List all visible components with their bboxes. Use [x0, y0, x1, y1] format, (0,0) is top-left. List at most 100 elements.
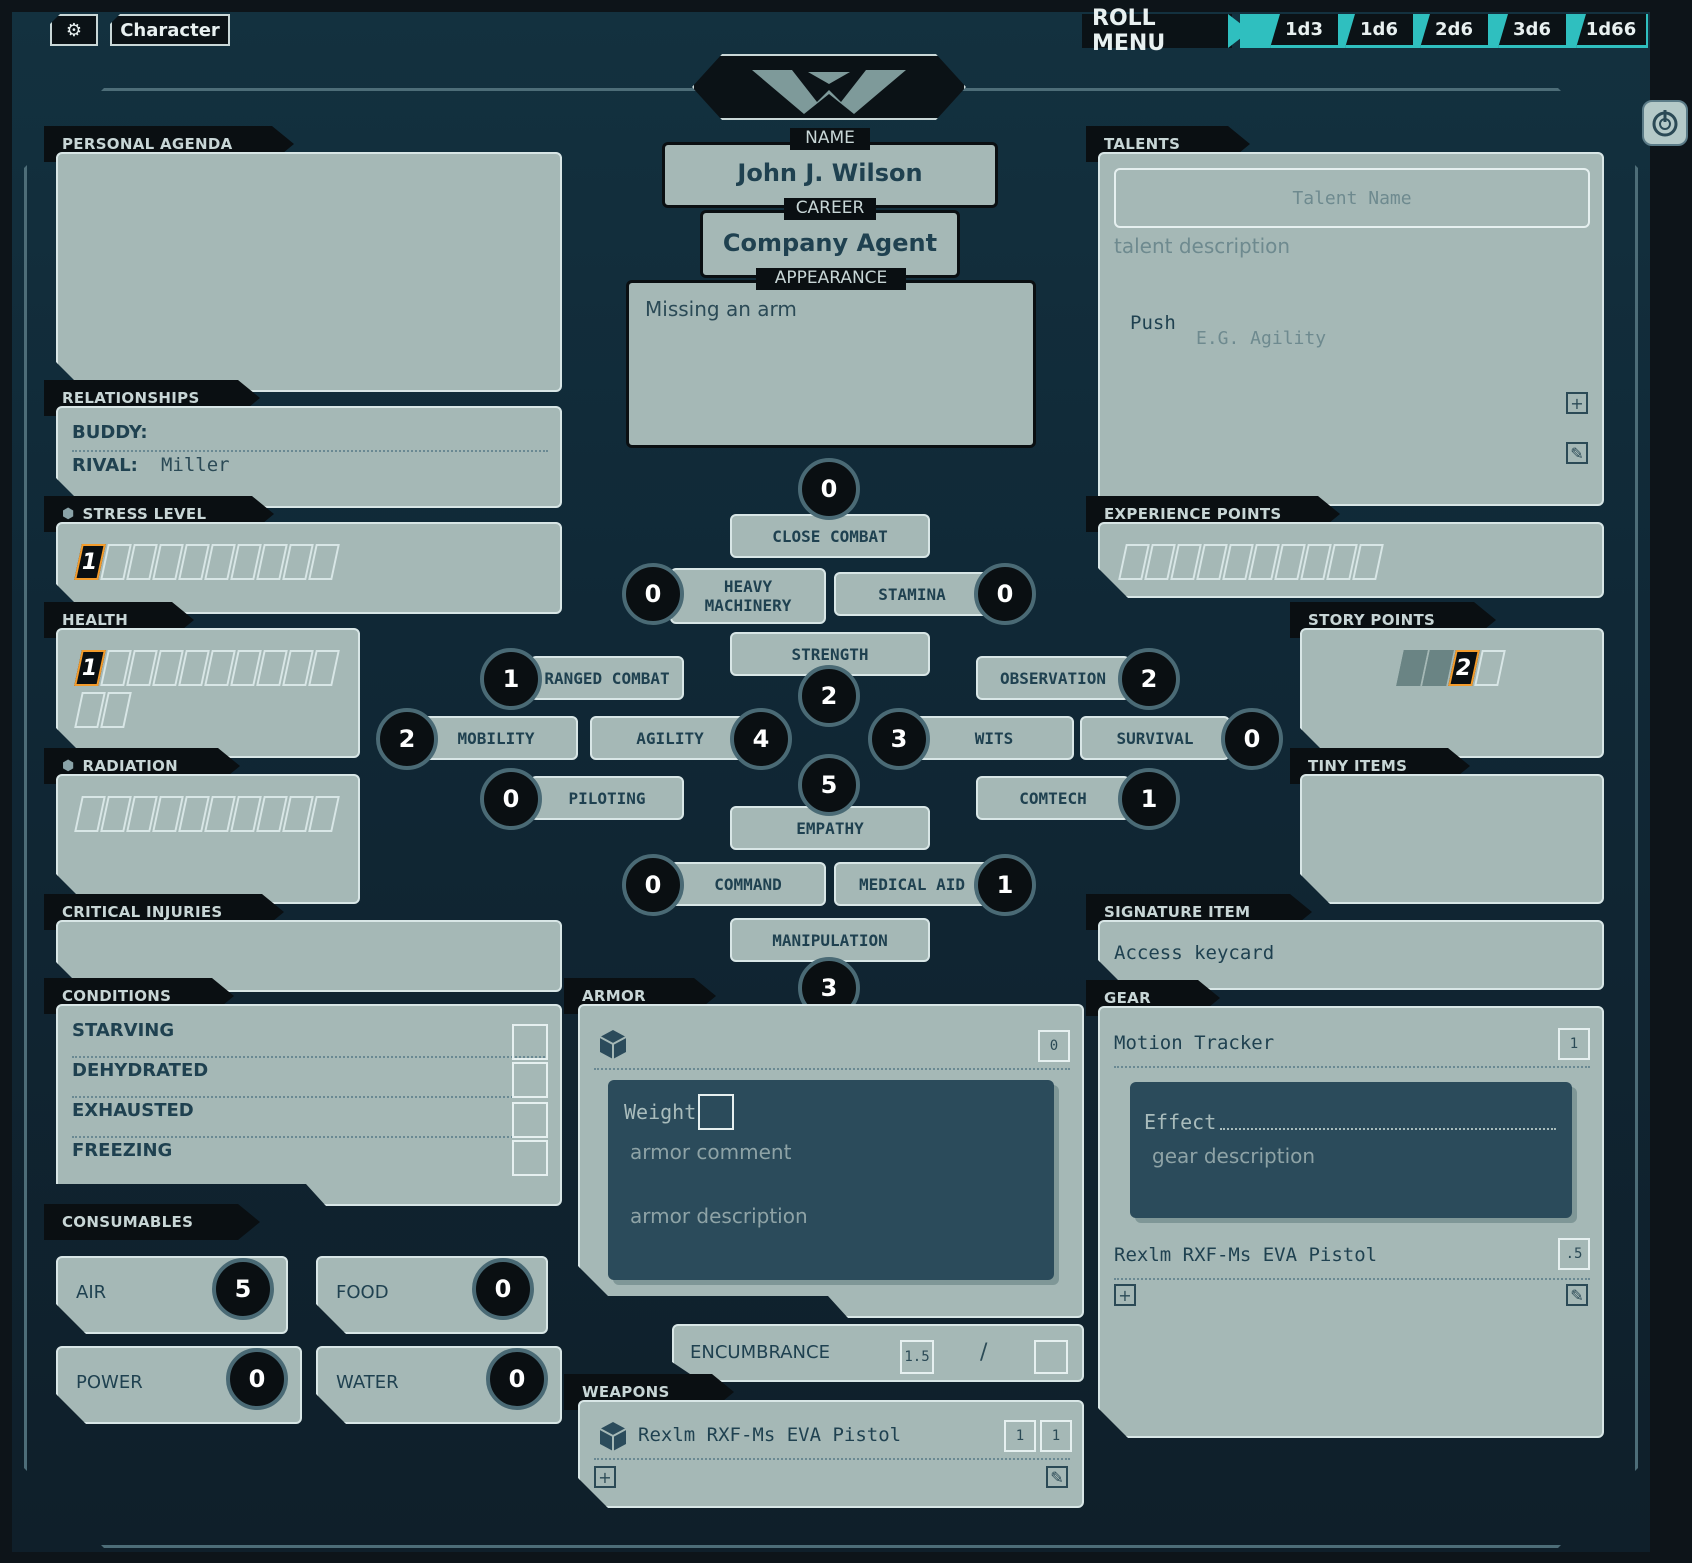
- skill-comtech-value[interactable]: 1: [1118, 768, 1180, 830]
- skill-close-combat[interactable]: CLOSE COMBAT: [730, 514, 930, 558]
- skill-observation-value[interactable]: 2: [1118, 648, 1180, 710]
- skill-command[interactable]: COMMAND: [670, 862, 826, 906]
- edit-weapon-button[interactable]: ✎: [1046, 1466, 1068, 1488]
- attribute-agility[interactable]: AGILITY: [590, 716, 750, 760]
- story-points-track[interactable]: 2: [1400, 650, 1504, 686]
- armor-row[interactable]: 0: [594, 1024, 1070, 1070]
- radiation-box[interactable]: [308, 796, 340, 832]
- skill-stamina[interactable]: STAMINA: [834, 572, 990, 616]
- skill-medical-aid[interactable]: MEDICAL AID: [834, 862, 990, 906]
- skill-observation[interactable]: OBSERVATION: [976, 656, 1130, 700]
- logo-plate: [692, 54, 966, 120]
- roll-1d66-button[interactable]: 1d66: [1576, 14, 1646, 48]
- settings-button[interactable]: ⚙: [50, 14, 98, 46]
- consumable-water-value[interactable]: 0: [486, 1348, 548, 1410]
- signature-item-input[interactable]: Access keycard: [1114, 942, 1274, 964]
- skill-command-value[interactable]: 0: [622, 854, 684, 916]
- skill-ranged-combat-value[interactable]: 1: [480, 648, 542, 710]
- power-button[interactable]: [1642, 100, 1688, 146]
- condition-row[interactable]: FREEZING: [72, 1140, 548, 1178]
- gear-row[interactable]: Rexlm RXF-Ms EVA Pistol .5: [1114, 1234, 1590, 1280]
- tab-character[interactable]: Character: [110, 14, 230, 46]
- talent-push-label: Push: [1130, 312, 1176, 334]
- plus-icon: +: [1118, 1285, 1132, 1305]
- tiny-items-field[interactable]: [1300, 774, 1604, 904]
- health-track[interactable]: 1: [78, 650, 338, 728]
- condition-row[interactable]: EXHAUSTED: [72, 1100, 548, 1138]
- attribute-wits-value[interactable]: 3: [868, 708, 930, 770]
- roll-1d3-button[interactable]: 1d3: [1270, 14, 1338, 48]
- condition-checkbox[interactable]: [512, 1024, 548, 1060]
- health-box[interactable]: [308, 650, 340, 686]
- skill-piloting-value[interactable]: 0: [480, 768, 542, 830]
- skill-medical-aid-value[interactable]: 1: [974, 854, 1036, 916]
- gear-effect-input[interactable]: [1220, 1128, 1556, 1130]
- buddy-row[interactable]: BUDDY:: [72, 422, 548, 452]
- consumable-air-value[interactable]: 5: [212, 1258, 274, 1320]
- skill-heavy-machinery-value[interactable]: 0: [622, 563, 684, 625]
- skill-piloting[interactable]: PILOTING: [530, 776, 684, 820]
- gear-weight[interactable]: .5: [1558, 1238, 1590, 1270]
- condition-label: EXHAUSTED: [72, 1100, 194, 1121]
- cube-icon: [598, 1420, 628, 1452]
- gear-weight[interactable]: 1: [1558, 1028, 1590, 1060]
- gear-description-input[interactable]: gear description: [1152, 1144, 1315, 1168]
- skill-mobility[interactable]: MOBILITY: [414, 716, 578, 760]
- attribute-strength-value[interactable]: 2: [798, 665, 860, 727]
- consumable-power-value[interactable]: 0: [226, 1348, 288, 1410]
- armor-rating[interactable]: 0: [1038, 1030, 1070, 1062]
- experience-track[interactable]: [1122, 544, 1382, 580]
- attribute-manipulation[interactable]: MANIPULATION: [730, 918, 930, 962]
- edit-gear-button[interactable]: ✎: [1566, 1284, 1588, 1306]
- talent-push-input[interactable]: E.G. Agility: [1196, 328, 1326, 349]
- roll-1d6-button[interactable]: 1d6: [1345, 14, 1413, 48]
- weapon-stat-b[interactable]: 1: [1040, 1420, 1072, 1452]
- skill-heavy-machinery[interactable]: HEAVY MACHINERY: [670, 568, 826, 624]
- appearance-field[interactable]: Missing an arm: [626, 280, 1036, 448]
- armor-weight-input[interactable]: [698, 1094, 734, 1130]
- skill-comtech[interactable]: COMTECH: [976, 776, 1130, 820]
- talents-panel: Talent Name talent description Push E.G.…: [1098, 152, 1604, 506]
- story-point-box[interactable]: [1474, 650, 1506, 686]
- condition-checkbox[interactable]: [512, 1062, 548, 1098]
- radiation-track[interactable]: [78, 796, 338, 832]
- skill-ranged-combat[interactable]: RANGED COMBAT: [530, 656, 684, 700]
- stress-track[interactable]: 1: [78, 544, 338, 580]
- encumbrance-max-input[interactable]: [1034, 1340, 1068, 1374]
- health-box[interactable]: [100, 692, 132, 728]
- condition-checkbox[interactable]: [512, 1102, 548, 1138]
- skill-close-combat-value[interactable]: 0: [798, 458, 860, 520]
- personal-agenda-field[interactable]: [56, 152, 562, 392]
- consumable-food-value[interactable]: 0: [472, 1258, 534, 1320]
- cube-icon: ⬢: [62, 506, 75, 522]
- weapon-row[interactable]: Rexlm RXF-Ms EVA Pistol 1 1: [594, 1418, 1070, 1460]
- condition-row[interactable]: DEHYDRATED: [72, 1060, 548, 1098]
- xp-box[interactable]: [1352, 544, 1384, 580]
- armor-description-input[interactable]: armor description: [630, 1204, 808, 1228]
- roll-3d6-button[interactable]: 3d6: [1498, 14, 1566, 48]
- attribute-wits[interactable]: WITS: [914, 716, 1074, 760]
- weapon-stat-a[interactable]: 1: [1004, 1420, 1036, 1452]
- rival-row[interactable]: RIVAL: Miller: [72, 454, 548, 484]
- skill-mobility-value[interactable]: 2: [376, 708, 438, 770]
- add-weapon-button[interactable]: +: [594, 1466, 616, 1488]
- add-talent-button[interactable]: +: [1566, 392, 1588, 414]
- condition-row[interactable]: STARVING: [72, 1020, 548, 1060]
- attribute-agility-value[interactable]: 4: [730, 708, 792, 770]
- skill-survival[interactable]: SURVIVAL: [1080, 716, 1230, 760]
- stress-box[interactable]: [308, 544, 340, 580]
- edit-talent-button[interactable]: ✎: [1566, 442, 1588, 464]
- gear-name: Motion Tracker: [1114, 1032, 1275, 1054]
- armor-comment-input[interactable]: armor comment: [630, 1140, 791, 1164]
- talent-description-input[interactable]: talent description: [1114, 234, 1290, 258]
- condition-label: DEHYDRATED: [72, 1060, 209, 1081]
- condition-checkbox[interactable]: [512, 1140, 548, 1176]
- add-gear-button[interactable]: +: [1114, 1284, 1136, 1306]
- gear-row[interactable]: Motion Tracker 1: [1114, 1026, 1590, 1068]
- talent-name-input[interactable]: Talent Name: [1114, 168, 1590, 228]
- company-logo-icon: [752, 70, 906, 114]
- skill-survival-value[interactable]: 0: [1221, 708, 1283, 770]
- skill-stamina-value[interactable]: 0: [974, 563, 1036, 625]
- attribute-empathy-value[interactable]: 5: [798, 754, 860, 816]
- roll-2d6-button[interactable]: 2d6: [1420, 14, 1488, 48]
